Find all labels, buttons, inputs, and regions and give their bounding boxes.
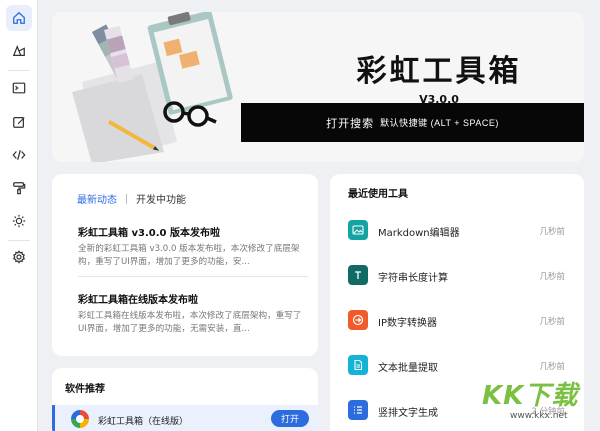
- news-item-desc: 彩虹工具箱在线版本发布啦，本次修改了底层架构，重写了UI界面，增加了更多的功能，…: [78, 311, 302, 334]
- recent-tool-time: 几秒前: [539, 362, 565, 372]
- news-item[interactable]: 彩虹工具箱在线版本发布啦 彩虹工具箱在线版本发布啦，本次修改了底层架构，重写了U…: [78, 291, 304, 335]
- recent-tool-time: 几秒前: [539, 317, 565, 327]
- software-recommend-title: 软件推荐: [65, 384, 105, 395]
- sidebar-item-paint[interactable]: [6, 175, 32, 201]
- sidebar-divider: [8, 70, 30, 71]
- sidebar-item-shapes[interactable]: [6, 38, 32, 64]
- watermark-url: www.kkx.net: [510, 411, 568, 421]
- list-icon: [348, 400, 368, 420]
- news-divider: [78, 276, 308, 277]
- sidebar-item-edit[interactable]: [6, 109, 32, 135]
- home-icon: [13, 11, 25, 24]
- watermark-text: KK下载: [482, 381, 579, 411]
- sun-icon: [12, 214, 26, 228]
- gear-icon: [12, 250, 26, 264]
- recent-tool-name: Markdown编辑器: [378, 228, 460, 239]
- document-icon: [348, 355, 368, 375]
- text-icon: [348, 265, 368, 285]
- recent-tool-item[interactable]: 字符串长度计算 几秒前: [330, 256, 584, 292]
- search-button-label: 打开搜索: [326, 117, 375, 130]
- software-recommend-card: 软件推荐 彩虹工具箱（在线版） 打开: [52, 368, 318, 431]
- image-icon: [348, 220, 368, 240]
- rainbow-logo-icon: [71, 410, 89, 428]
- convert-icon: [348, 310, 368, 330]
- software-item-name: 彩虹工具箱（在线版）: [98, 417, 189, 427]
- paint-roller-icon: [13, 182, 26, 195]
- sidebar-item-theme[interactable]: [6, 208, 32, 234]
- tab-in-development[interactable]: 开发中功能: [136, 191, 186, 206]
- sidebar-divider: [8, 240, 30, 241]
- recent-tool-name: 字符串长度计算: [378, 273, 448, 284]
- recent-tool-item[interactable]: IP数字转换器 几秒前: [330, 301, 584, 337]
- hero-illustration: [72, 12, 233, 162]
- edit-icon: [13, 117, 25, 128]
- terminal-icon: [12, 82, 26, 94]
- news-card: 最新动态 开发中功能 彩虹工具箱 v3.0.0 版本发布啦 全新的彩虹工具箱 v…: [52, 174, 318, 356]
- recent-tool-item[interactable]: Markdown编辑器 几秒前: [330, 211, 584, 247]
- watermark: KK下载 www.kkx.net: [482, 375, 594, 427]
- recent-tool-time: 几秒前: [539, 272, 565, 282]
- tab-separator: [126, 193, 127, 204]
- code-icon: [12, 150, 26, 160]
- sidebar-item-settings[interactable]: [6, 244, 32, 270]
- search-shortcut-hint: 默认快捷键 (ALT + SPACE): [380, 118, 499, 128]
- shapes-icon: [12, 44, 25, 56]
- recent-tool-name: 文本批量提取: [378, 363, 438, 374]
- news-item-title: 彩虹工具箱在线版本发布啦: [78, 295, 198, 306]
- app-title: 彩虹工具箱: [356, 54, 522, 89]
- open-software-button[interactable]: 打开: [271, 410, 309, 427]
- news-item[interactable]: 彩虹工具箱 v3.0.0 版本发布啦 全新的彩虹工具箱 v3.0.0 版本发布啦…: [78, 224, 304, 268]
- open-search-button[interactable]: 打开搜索 默认快捷键 (ALT + SPACE): [241, 103, 584, 142]
- news-tabs: 最新动态 开发中功能: [77, 191, 186, 206]
- hero-banner: 彩虹工具箱 V3.0.0 打开搜索 默认快捷键 (ALT + SPACE): [52, 12, 584, 162]
- sidebar: [0, 0, 38, 431]
- recent-tools-title: 最近使用工具: [348, 189, 408, 200]
- recent-tool-name: IP数字转换器: [378, 318, 437, 329]
- recent-tool-time: 几秒前: [539, 227, 565, 237]
- software-item[interactable]: 彩虹工具箱（在线版） 打开: [52, 405, 318, 431]
- tab-latest-news[interactable]: 最新动态: [77, 191, 117, 206]
- recent-tool-name: 竖排文字生成: [378, 408, 438, 419]
- news-item-desc: 全新的彩虹工具箱 v3.0.0 版本发布啦，本次修改了底层架构，重写了UI界面，…: [78, 244, 300, 267]
- sidebar-item-home[interactable]: [6, 5, 32, 31]
- sidebar-item-terminal[interactable]: [6, 75, 32, 101]
- news-item-title: 彩虹工具箱 v3.0.0 版本发布啦: [78, 228, 220, 239]
- sidebar-item-code[interactable]: [6, 142, 32, 168]
